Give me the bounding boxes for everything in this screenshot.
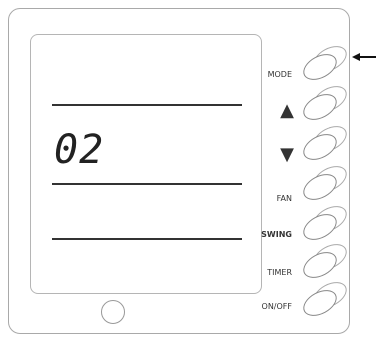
down-button-label: ▼	[280, 144, 294, 165]
mode-button-label: MODE	[267, 70, 292, 79]
left-arrow-icon	[352, 53, 376, 61]
fan-button-label: FAN	[276, 194, 292, 203]
up-button-label: ▲	[280, 100, 294, 121]
swing-button-label: SWING	[261, 230, 292, 239]
infrared-sensor-lens	[101, 300, 125, 324]
on-off-button-label: ON/OFF	[261, 302, 292, 311]
lcd-divider-line	[52, 104, 242, 106]
timer-button-label: TIMER	[267, 268, 292, 277]
lcd-divider-line	[52, 183, 242, 185]
lcd-display-value: 02	[54, 127, 105, 173]
lcd-divider-line	[52, 238, 242, 240]
